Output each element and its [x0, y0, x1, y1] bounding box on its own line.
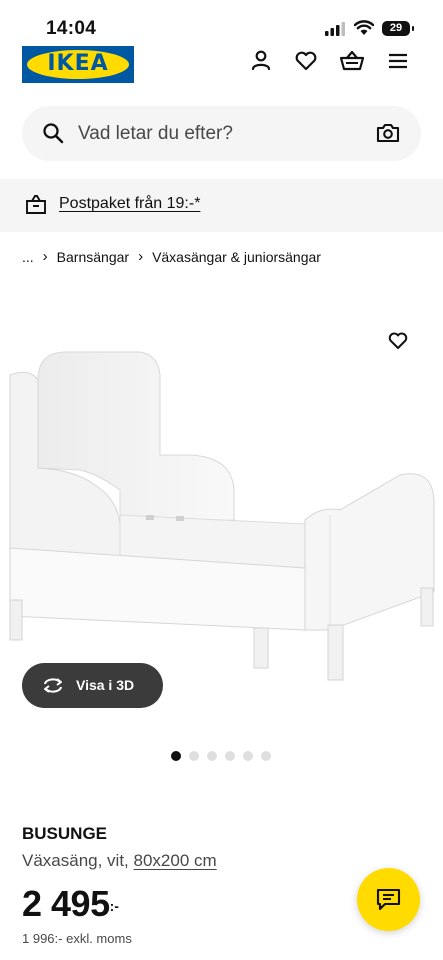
rotate-3d-icon [44, 678, 62, 693]
visual-search-camera-icon[interactable] [376, 122, 400, 144]
chevron-right-icon: › [138, 248, 144, 265]
product-name: BUSUNGE [22, 824, 108, 843]
carousel-dot[interactable] [225, 751, 235, 761]
breadcrumb-ellipsis[interactable]: ... [22, 249, 34, 265]
price-integer: 2 495 [22, 883, 110, 924]
wifi-icon [354, 20, 374, 35]
carousel-dot[interactable] [171, 751, 181, 761]
image-carousel-indicator [171, 751, 271, 761]
shopping-basket-icon[interactable] [338, 47, 366, 75]
add-to-favourites-heart-icon[interactable] [386, 328, 410, 352]
view-in-3d-label: Visa i 3D [76, 677, 135, 693]
battery-icon: 29 [382, 21, 414, 36]
ikea-logo[interactable]: IKEA [22, 46, 134, 83]
chat-bubble-icon [376, 888, 401, 911]
search-icon [43, 123, 64, 144]
product-size-link[interactable]: 80x200 cm [134, 851, 217, 870]
search-input[interactable]: Vad letar du efter? [78, 123, 233, 145]
status-time: 14:04 [46, 18, 97, 39]
product-description: Växasäng, vit, 80x200 cm [22, 851, 217, 871]
carousel-dot[interactable] [261, 751, 271, 761]
battery-level: 29 [389, 22, 403, 34]
chat-button[interactable] [357, 868, 420, 931]
parcel-icon [26, 195, 46, 214]
carousel-dot[interactable] [243, 751, 253, 761]
delivery-banner-link[interactable]: Postpaket från 19:-* [59, 195, 200, 213]
breadcrumb: ... › Barnsängar › Växasängar & juniorsä… [22, 248, 321, 265]
chevron-right-icon: › [42, 248, 48, 265]
cellular-signal-icon [325, 22, 345, 36]
logo-text: IKEA [47, 51, 109, 76]
product-price: 2 495 :- [22, 883, 119, 925]
status-bar: 14:04 29 [0, 0, 443, 44]
account-icon[interactable] [247, 47, 275, 75]
breadcrumb-item-barnsangar[interactable]: Barnsängar [57, 249, 129, 265]
search-bar[interactable]: Vad letar du efter? [22, 106, 421, 161]
carousel-dot[interactable] [207, 751, 217, 761]
carousel-dot[interactable] [189, 751, 199, 761]
breadcrumb-item-vaxasangar[interactable]: Växasängar & juniorsängar [152, 249, 321, 265]
hamburger-menu-icon[interactable] [384, 47, 412, 75]
view-in-3d-button[interactable]: Visa i 3D [22, 663, 163, 708]
price-suffix: :- [109, 898, 119, 914]
delivery-banner[interactable]: Postpaket från 19:-* [0, 179, 443, 232]
wishlist-heart-icon[interactable] [292, 47, 320, 75]
product-type: Växasäng, vit, [22, 851, 129, 870]
price-excl-vat: 1 996:- exkl. moms [22, 931, 132, 946]
